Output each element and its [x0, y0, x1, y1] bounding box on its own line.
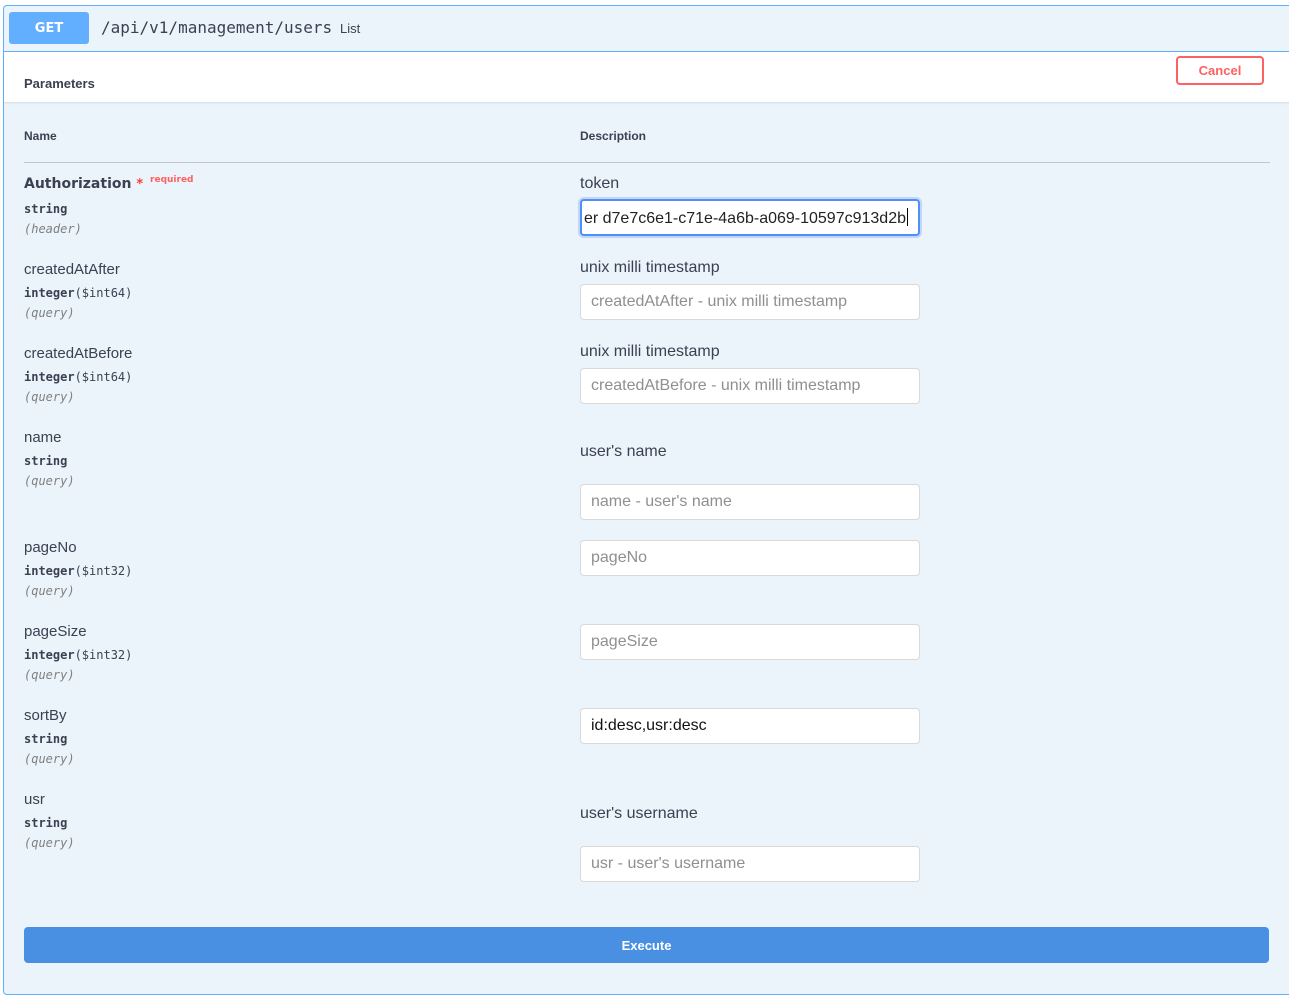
param-name-usr: usr [24, 791, 45, 808]
table-header-divider [24, 162, 1270, 163]
param-description: user's name [580, 443, 667, 460]
param-name-pageno: pageNo [24, 539, 77, 556]
parameters-title: Parameters [24, 76, 95, 91]
authorization-token-input[interactable]: er d7e7c6e1-c71e-4a6b-a069-10597c913d2b [580, 199, 920, 236]
param-description: token [580, 175, 620, 192]
token-input-value: er d7e7c6e1-c71e-4a6b-a069-10597c913d2b [583, 208, 908, 227]
param-description: unix milli timestamp [580, 259, 720, 276]
param-type: string [24, 202, 68, 216]
param-in: (query) [24, 584, 75, 598]
param-name-pagesize: pageSize [24, 623, 87, 640]
param-type: string [24, 454, 68, 468]
operation-summary[interactable]: GET /api/v1/management/users List [4, 6, 1289, 52]
param-type: string [24, 816, 68, 830]
param-type: integer($int32) [24, 564, 133, 578]
parameters-section-header: Parameters [4, 52, 1289, 102]
pagesize-input[interactable] [580, 624, 920, 660]
name-input[interactable] [580, 484, 920, 520]
param-name-createdatafter: createdAtAfter [24, 261, 120, 278]
param-in: (query) [24, 752, 75, 766]
execute-button[interactable]: Execute [24, 927, 1269, 963]
param-in: (query) [24, 836, 75, 850]
param-in: (query) [24, 668, 75, 682]
param-type: integer($int32) [24, 648, 133, 662]
param-name-authorization: Authorization * required [24, 175, 194, 192]
endpoint-summary: List [340, 21, 361, 36]
http-method-badge: GET [9, 12, 89, 44]
param-type: integer($int64) [24, 286, 133, 300]
param-name-sortby: sortBy [24, 707, 67, 724]
required-star: * [136, 177, 144, 192]
required-label: required [150, 175, 194, 185]
pageno-input[interactable] [580, 540, 920, 576]
sortby-input[interactable] [580, 708, 920, 744]
param-name: Authorization [24, 176, 132, 192]
param-in: (query) [24, 474, 75, 488]
param-name-createdatbefore: createdAtBefore [24, 345, 133, 362]
param-in: (query) [24, 306, 75, 320]
column-header-description: Description [580, 129, 647, 143]
column-header-name: Name [24, 129, 57, 143]
createdatafter-input[interactable] [580, 284, 920, 320]
param-in: (header) [24, 222, 82, 236]
createdatbefore-input[interactable] [580, 368, 920, 404]
param-type: integer($int64) [24, 370, 133, 384]
endpoint-path: /api/v1/management/users [101, 18, 333, 37]
param-type: string [24, 732, 68, 746]
param-in: (query) [24, 390, 75, 404]
param-description: unix milli timestamp [580, 343, 720, 360]
text-caret [907, 208, 908, 226]
usr-input[interactable] [580, 846, 920, 882]
param-name-name: name [24, 429, 62, 446]
param-description: user's username [580, 805, 698, 822]
cancel-button[interactable]: Cancel [1176, 56, 1264, 85]
